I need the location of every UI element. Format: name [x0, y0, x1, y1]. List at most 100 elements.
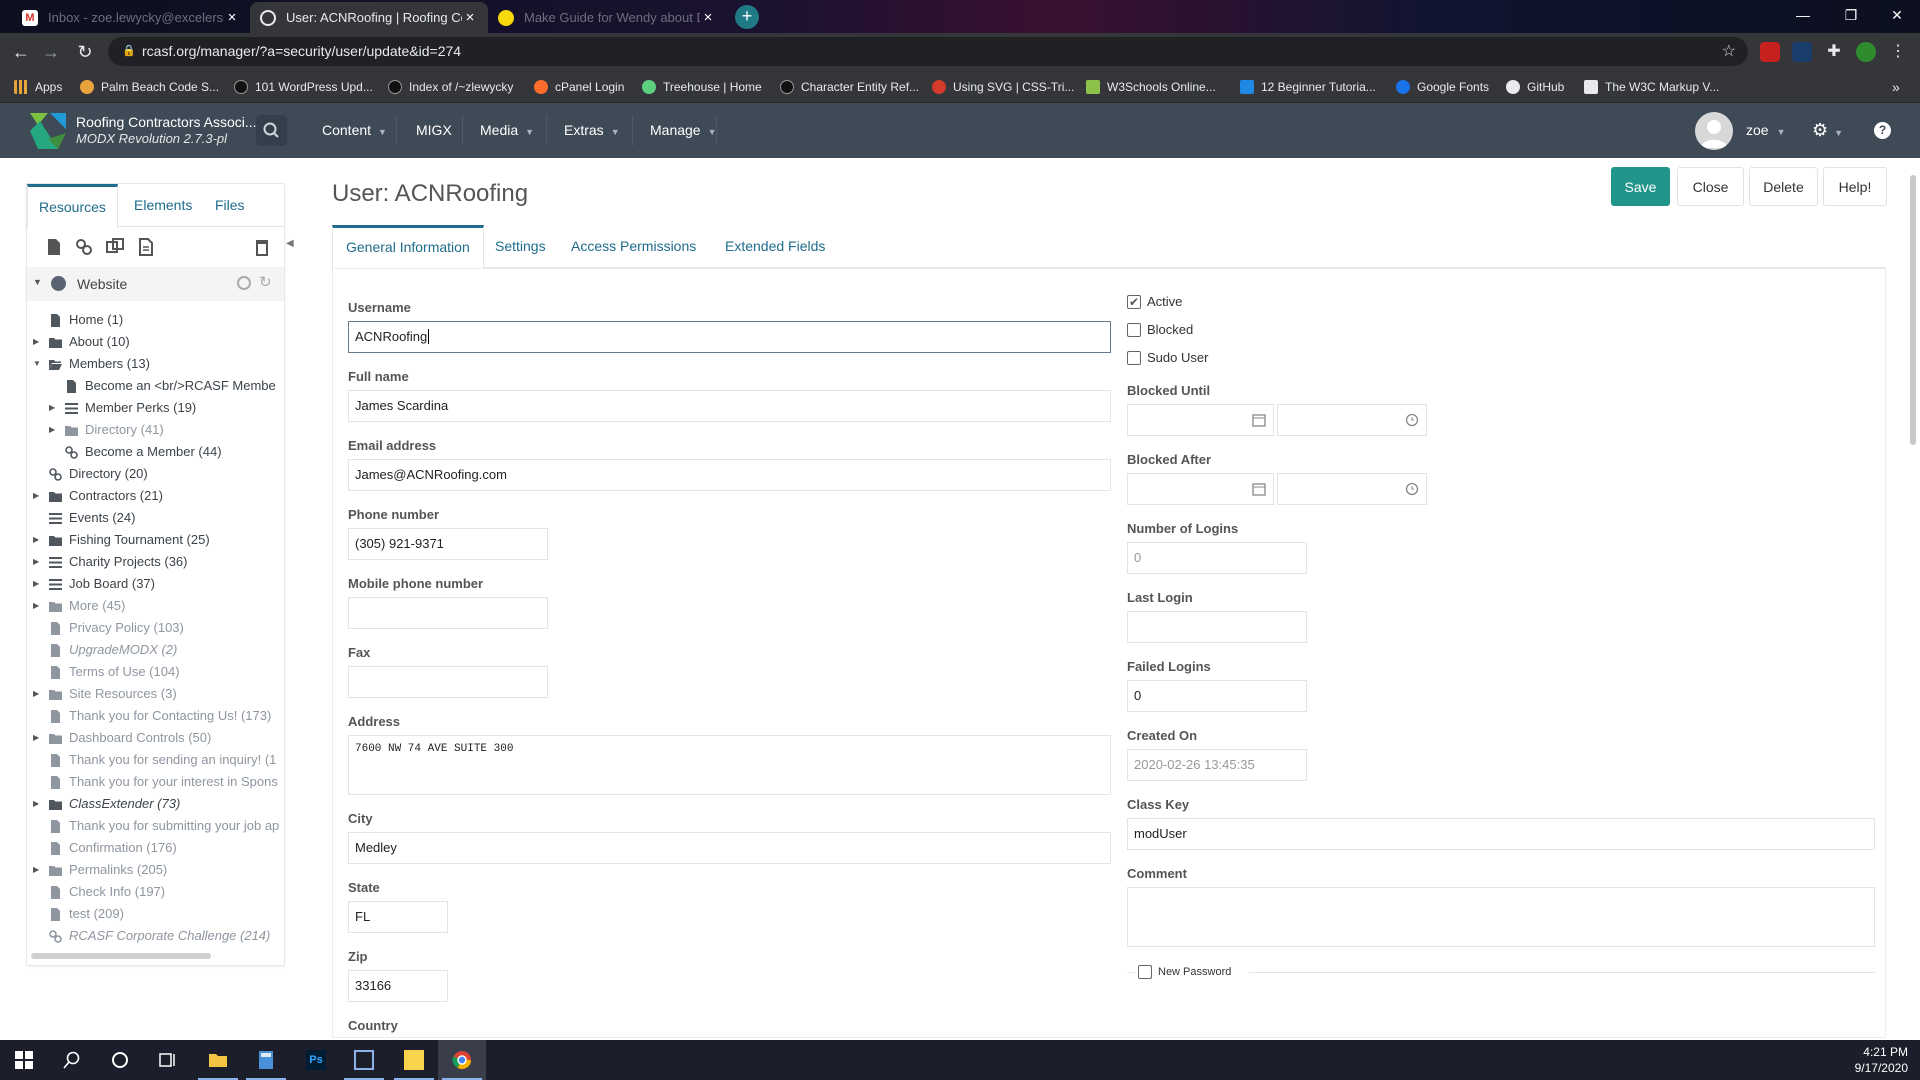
tree-item[interactable]: ▶ About (10) — [33, 331, 284, 353]
tree-item[interactable]: Check Info (197) — [33, 881, 284, 903]
tree-item[interactable]: ▶ Job Board (37) — [33, 573, 284, 595]
tree-item[interactable]: ▶ ClassExtender (73) — [33, 793, 284, 815]
tree-item[interactable]: Confirmation (176) — [33, 837, 284, 859]
bookmark-item[interactable]: cPanel Login — [534, 78, 624, 96]
bookmark-item[interactable]: Using SVG | CSS-Tri... — [932, 78, 1074, 96]
expand-arrow-icon[interactable]: ▶ — [33, 727, 43, 749]
extension-icon[interactable] — [1792, 42, 1812, 62]
tree-item[interactable]: RCASF Corporate Challenge (214) — [33, 925, 284, 947]
tab-extended-fields[interactable]: Extended Fields — [712, 225, 838, 268]
bookmark-apps[interactable]: Apps — [14, 78, 62, 96]
tree-item[interactable]: ▼ Members (13) — [33, 353, 284, 375]
kebab-menu-icon[interactable]: ⋮ — [1888, 42, 1908, 62]
gear-icon[interactable]: ⚙ ▼ — [1812, 103, 1843, 158]
avatar[interactable] — [1695, 112, 1733, 150]
user-menu[interactable]: zoe ▼ — [1746, 103, 1786, 158]
bookmark-star-icon[interactable]: ☆ — [1722, 37, 1736, 66]
taskbar-sticky-notes[interactable] — [390, 1040, 438, 1080]
browser-tab-user[interactable]: User: ACNRoofing | Roofing Cont... × — [250, 2, 488, 33]
tree-item[interactable]: ▶ Fishing Tournament (25) — [33, 529, 284, 551]
close-icon[interactable]: × — [224, 9, 240, 26]
symlink-icon[interactable] — [106, 238, 124, 256]
extension-icon[interactable] — [1760, 42, 1780, 62]
help-button[interactable]: Help! — [1823, 167, 1887, 206]
tree-item[interactable]: Thank you for Contacting Us! (173) — [33, 705, 284, 727]
collapse-arrow-icon[interactable]: ▼ — [33, 353, 43, 375]
start-button[interactable] — [0, 1040, 48, 1080]
failed-logins-input[interactable]: 0 — [1127, 680, 1307, 712]
close-icon[interactable]: × — [462, 9, 478, 26]
created-on-input[interactable]: 2020-02-26 13:45:35 — [1127, 749, 1307, 781]
username-input[interactable]: ACNRoofing — [348, 321, 1111, 353]
tab-elements[interactable]: Elements — [123, 184, 203, 227]
taskbar-photoshop[interactable]: Ps — [292, 1040, 340, 1080]
taskbar-file-explorer[interactable] — [194, 1040, 242, 1080]
mobile-input[interactable] — [348, 597, 548, 629]
browser-tab-guide[interactable]: Make Guide for Wendy about Do... × — [488, 2, 726, 33]
expand-arrow-icon[interactable]: ▶ — [33, 331, 43, 353]
weblink-icon[interactable] — [75, 238, 93, 256]
tree-item[interactable]: ▶ Charity Projects (36) — [33, 551, 284, 573]
horizontal-scrollbar[interactable] — [31, 953, 211, 959]
site-name[interactable]: Roofing Contractors Associ... — [76, 114, 257, 130]
sudo-user-checkbox[interactable]: Sudo User — [1127, 349, 1247, 367]
help-icon[interactable]: ? — [1874, 122, 1891, 139]
reload-icon[interactable]: ↻ — [72, 39, 98, 65]
bookmark-item[interactable]: Character Entity Ref... — [780, 78, 919, 96]
last-login-input[interactable] — [1127, 611, 1307, 643]
bookmark-item[interactable]: Palm Beach Code S... — [80, 78, 219, 96]
expand-arrow-icon[interactable]: ▶ — [49, 419, 59, 441]
tab-general-information[interactable]: General Information — [332, 225, 484, 269]
tree-item[interactable]: Become an <br/>RCASF Membe — [33, 375, 284, 397]
calendar-icon[interactable] — [1252, 482, 1266, 496]
address-textarea[interactable]: 7600 NW 74 AVE SUITE 300 — [348, 735, 1111, 795]
tree-root-website[interactable]: ▼ Website ↻ — [27, 267, 284, 301]
bookmark-item[interactable]: GitHub — [1506, 78, 1564, 96]
zip-input[interactable]: 33166 — [348, 970, 448, 1002]
tree-item[interactable]: Thank you for sending an inquiry! (1 — [33, 749, 284, 771]
bookmark-item[interactable]: Index of /~zlewycky — [388, 78, 513, 96]
nav-migx[interactable]: MIGX — [400, 103, 468, 158]
bookmarks-overflow-icon[interactable]: » — [1892, 78, 1900, 96]
tree-item[interactable]: Terms of Use (104) — [33, 661, 284, 683]
search-button[interactable] — [256, 115, 287, 146]
blocked-checkbox[interactable]: Blocked — [1127, 321, 1247, 339]
tree-item[interactable]: ▶ Member Perks (19) — [33, 397, 284, 419]
state-input[interactable]: FL — [348, 901, 448, 933]
puzzle-icon[interactable]: ✚ — [1824, 42, 1844, 62]
nav-manage[interactable]: Manage ▼ — [634, 103, 733, 158]
tab-resources[interactable]: Resources — [27, 184, 118, 228]
close-button[interactable]: Close — [1677, 167, 1744, 206]
taskbar-calculator[interactable] — [242, 1040, 290, 1080]
comment-textarea[interactable] — [1127, 887, 1875, 947]
tree-item[interactable]: UpgradeMODX (2) — [33, 639, 284, 661]
trash-icon[interactable] — [253, 238, 271, 256]
static-resource-icon[interactable] — [137, 238, 155, 256]
calendar-icon[interactable] — [1252, 413, 1266, 427]
fax-input[interactable] — [348, 666, 548, 698]
taskbar-search-button[interactable] — [48, 1040, 96, 1080]
tree-item[interactable]: ▶ More (45) — [33, 595, 284, 617]
tab-access-permissions[interactable]: Access Permissions — [558, 225, 709, 268]
tab-files[interactable]: Files — [204, 184, 256, 227]
taskbar-chrome[interactable] — [438, 1040, 486, 1080]
back-arrow-icon[interactable]: ← — [8, 39, 34, 65]
class-key-input[interactable]: modUser — [1127, 818, 1875, 850]
expand-arrow-icon[interactable]: ▶ — [33, 485, 43, 507]
collapse-panel-icon[interactable]: ◀ — [286, 238, 294, 249]
bookmark-item[interactable]: W3Schools Online... — [1086, 78, 1216, 96]
email-input[interactable]: James@ACNRoofing.com — [348, 459, 1111, 491]
refresh-icon[interactable]: ↻ — [259, 273, 272, 291]
new-document-icon[interactable] — [45, 238, 63, 256]
tree-item[interactable]: ▶ Directory (41) — [33, 419, 284, 441]
expand-arrow-icon[interactable]: ▶ — [33, 595, 43, 617]
bookmark-item[interactable]: 12 Beginner Tutoria... — [1240, 78, 1376, 96]
tree-item[interactable]: ▶ Site Resources (3) — [33, 683, 284, 705]
number-of-logins-input[interactable]: 0 — [1127, 542, 1307, 574]
expand-arrow-icon[interactable]: ▼ — [33, 277, 42, 287]
bookmark-item[interactable]: Google Fonts — [1396, 78, 1489, 96]
new-tab-button[interactable]: + — [735, 5, 759, 29]
page-scrollbar[interactable] — [1910, 175, 1916, 445]
expand-arrow-icon[interactable]: ▶ — [33, 859, 43, 881]
blocked-until-time[interactable] — [1277, 404, 1427, 436]
